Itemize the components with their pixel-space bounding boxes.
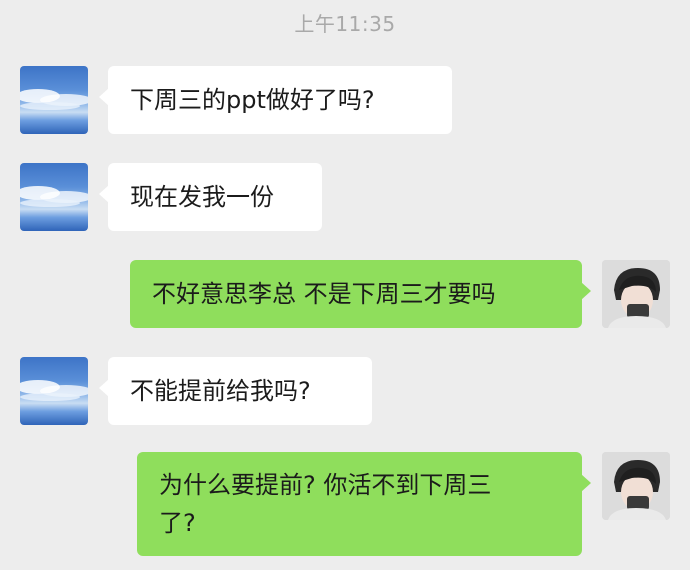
sky-avatar-icon [20, 380, 88, 401]
sky-avatar-icon [20, 89, 88, 110]
self-avatar[interactable] [602, 260, 670, 328]
contact-avatar[interactable] [20, 357, 88, 425]
contact-avatar[interactable] [20, 163, 88, 231]
contact-avatar[interactable] [20, 66, 88, 134]
message-bubble-incoming[interactable]: 不能提前给我吗? [99, 357, 372, 425]
message-bubble-incoming[interactable]: 现在发我一份 [99, 163, 322, 231]
self-avatar[interactable] [602, 452, 670, 520]
message-bubble-outgoing[interactable]: 不好意思李总 不是下周三才要吗 [130, 260, 591, 328]
chat-window: 上午11:35 下周三的ppt做好了吗? 现在发我一份 不好意思李总 不是下周三… [0, 0, 690, 570]
message-timestamp: 上午11:35 [294, 12, 396, 36]
sky-avatar-icon [20, 186, 88, 207]
message-bubble-incoming[interactable]: 下周三的ppt做好了吗? [99, 66, 452, 134]
message-bubble-outgoing[interactable]: 为什么要提前? 你活不到下周三 了? [137, 452, 591, 556]
boy-avatar-icon [602, 260, 670, 328]
boy-avatar-icon [602, 452, 670, 520]
